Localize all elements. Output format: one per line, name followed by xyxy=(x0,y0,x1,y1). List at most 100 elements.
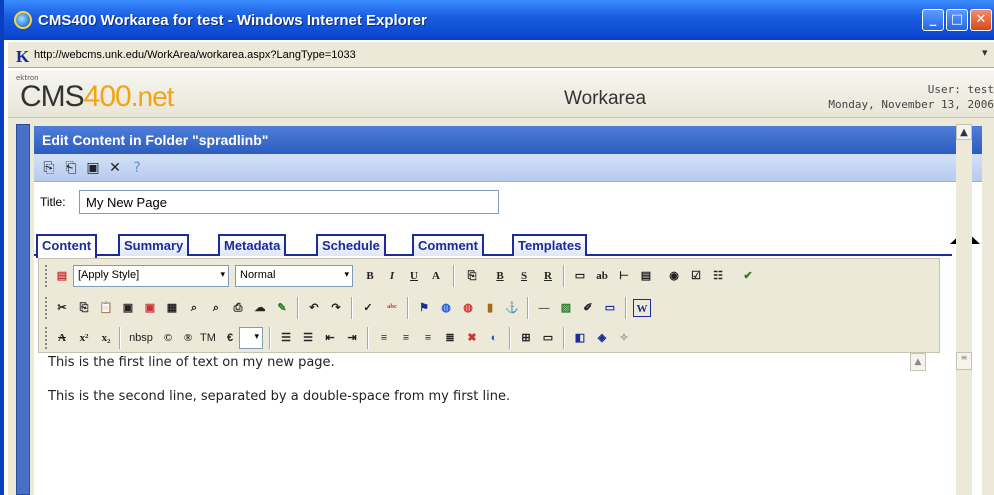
registered-icon[interactable]: ® xyxy=(179,329,197,347)
html-view-icon[interactable]: ◈ xyxy=(593,329,611,347)
unlink-icon[interactable]: ◍ xyxy=(459,299,477,317)
cut-icon[interactable]: ✂ xyxy=(53,299,71,317)
tab-comment[interactable]: Comment xyxy=(412,234,484,256)
left-frame-edge xyxy=(8,118,34,495)
image-icon[interactable]: ▨ xyxy=(557,299,575,317)
align-left-icon[interactable]: ≡ xyxy=(375,329,393,347)
maximize-button[interactable]: □ xyxy=(946,9,968,31)
copy-icon[interactable]: ⎘ xyxy=(75,299,93,317)
tab-content[interactable]: Content xyxy=(36,234,98,258)
abc-icon[interactable]: ᵃᵇᶜ xyxy=(383,299,401,317)
paste-html-icon[interactable]: ▦ xyxy=(163,299,181,317)
scroll-thumb[interactable]: ≡ xyxy=(956,352,972,370)
redo-icon[interactable]: ↷ xyxy=(327,299,345,317)
block-b-icon[interactable]: B xyxy=(491,267,509,285)
workarea-scrollbar[interactable]: ▲ ≡ xyxy=(956,118,972,495)
justify-icon[interactable]: ≣ xyxy=(441,329,459,347)
hyperlink-icon[interactable]: ⚑ xyxy=(415,299,433,317)
bold-button[interactable]: B xyxy=(361,267,379,285)
underline-button[interactable]: U xyxy=(405,267,423,285)
toolbar-grip[interactable] xyxy=(45,327,48,349)
window-titlebar[interactable]: CMS400 Workarea for test - Windows Inter… xyxy=(4,0,994,40)
editor-scroll-up-icon[interactable]: ▲ xyxy=(910,353,926,371)
apply-style-select[interactable]: [Apply Style] ▾ xyxy=(73,265,229,287)
copy-format-icon[interactable]: ⎘ xyxy=(463,267,481,285)
word-icon[interactable]: W xyxy=(633,299,651,317)
address-url[interactable]: http://webcms.unk.edu/WorkArea/workarea.… xyxy=(34,49,356,61)
align-center-icon[interactable]: ≡ xyxy=(397,329,415,347)
horizontal-rule-icon[interactable]: ― xyxy=(535,299,553,317)
bullet-list-icon[interactable]: ☰ xyxy=(299,329,317,347)
paste-icon[interactable]: 📋 xyxy=(97,299,115,317)
subscript-icon[interactable]: x₂ xyxy=(97,329,115,347)
undo-icon[interactable]: ↶ xyxy=(305,299,323,317)
toolbar-separator xyxy=(297,297,299,319)
font-color-button[interactable]: A xyxy=(427,267,445,285)
media-icon[interactable]: ▭ xyxy=(601,299,619,317)
clear-format-icon[interactable]: ✖ xyxy=(463,329,481,347)
print-icon[interactable]: ⎙ xyxy=(229,299,247,317)
address-bar[interactable]: K http://webcms.unk.edu/WorkArea/workare… xyxy=(8,42,994,68)
tab-metadata[interactable]: Metadata xyxy=(218,234,287,256)
radio-icon[interactable]: ◉ xyxy=(665,267,683,285)
align-right-icon[interactable]: ≡ xyxy=(419,329,437,347)
paste-word-icon[interactable]: ▣ xyxy=(141,299,159,317)
marker-icon[interactable]: ✐ xyxy=(579,299,597,317)
indent-icon[interactable]: ⇥ xyxy=(343,329,361,347)
close-button[interactable]: ✕ xyxy=(970,9,992,31)
minimize-button[interactable]: _ xyxy=(922,9,944,31)
style-icon[interactable]: ▤ xyxy=(53,267,71,285)
abbr-icon[interactable]: ab xyxy=(593,267,611,285)
textarea-icon[interactable]: ▤ xyxy=(637,267,655,285)
library-icon[interactable]: ▮ xyxy=(481,299,499,317)
hidden-field-icon[interactable]: ⊢ xyxy=(615,267,633,285)
editor-line-2[interactable]: This is the second line, separated by a … xyxy=(48,389,510,404)
direction-icon[interactable]: ◐ xyxy=(485,329,503,347)
format-select[interactable]: Normal ▾ xyxy=(235,265,353,287)
italic-button[interactable]: I xyxy=(383,267,401,285)
replace-icon[interactable]: ⌕ xyxy=(207,299,225,317)
spell-icon[interactable]: ✎ xyxy=(273,299,291,317)
toolbar-grip[interactable] xyxy=(45,265,48,287)
link-icon[interactable]: ◍ xyxy=(437,299,455,317)
spellcheck-icon[interactable]: ✓ xyxy=(359,299,377,317)
special-char-select[interactable]: ▾ xyxy=(239,327,263,349)
toolbar-row-1: ▤ [Apply Style] ▾ Normal ▾ B I U A ⎘ B S R… xyxy=(39,261,941,291)
paste-text-icon[interactable]: ▣ xyxy=(119,299,137,317)
nbsp-button[interactable]: nbsp xyxy=(127,329,155,347)
cancel-icon[interactable]: ✕ xyxy=(106,159,124,177)
block-r-icon[interactable]: R xyxy=(539,267,557,285)
anchor-icon[interactable]: ⚓ xyxy=(503,299,521,317)
content-editor[interactable]: This is the first line of text on my new… xyxy=(38,352,940,495)
block-s-icon[interactable]: S xyxy=(515,267,533,285)
form-icon[interactable]: ▭ xyxy=(539,329,557,347)
help-icon[interactable]: ? xyxy=(128,159,146,177)
chevron-down-icon[interactable]: ▾ xyxy=(982,46,988,59)
editor-line-1[interactable]: This is the first line of text on my new… xyxy=(48,355,335,370)
toolbar-grip[interactable] xyxy=(45,297,48,319)
tab-schedule[interactable]: Schedule xyxy=(316,234,386,256)
listbox-icon[interactable]: ☷ xyxy=(709,267,727,285)
numbered-list-icon[interactable]: ☰ xyxy=(277,329,295,347)
checkin-icon[interactable]: ⎗ xyxy=(62,159,80,177)
outdent-icon[interactable]: ⇤ xyxy=(321,329,339,347)
scroll-up-icon[interactable]: ▲ xyxy=(956,124,972,140)
save-icon[interactable]: ▣ xyxy=(84,159,102,177)
checkbox-icon[interactable]: ☑ xyxy=(687,267,705,285)
wysiwyg-view-icon[interactable]: ◧ xyxy=(571,329,589,347)
find-icon[interactable]: ⌕ xyxy=(185,299,203,317)
title-input[interactable] xyxy=(79,190,499,214)
textfield-icon[interactable]: ▭ xyxy=(571,267,589,285)
copyright-icon[interactable]: © xyxy=(159,329,177,347)
table-icon[interactable]: ⊞ xyxy=(517,329,535,347)
validate-icon[interactable]: ✔ xyxy=(739,267,757,285)
strikethrough-icon[interactable]: A xyxy=(53,329,71,347)
comment-icon[interactable]: ☁ xyxy=(251,299,269,317)
tab-templates[interactable]: Templates xyxy=(512,234,588,256)
publish-icon[interactable]: ⎘ xyxy=(40,159,58,177)
wand-icon[interactable]: ✧ xyxy=(615,329,633,347)
superscript-icon[interactable]: x² xyxy=(75,329,93,347)
euro-button[interactable]: € xyxy=(221,329,239,347)
tab-summary[interactable]: Summary xyxy=(118,234,190,256)
trademark-button[interactable]: TM xyxy=(199,329,217,347)
